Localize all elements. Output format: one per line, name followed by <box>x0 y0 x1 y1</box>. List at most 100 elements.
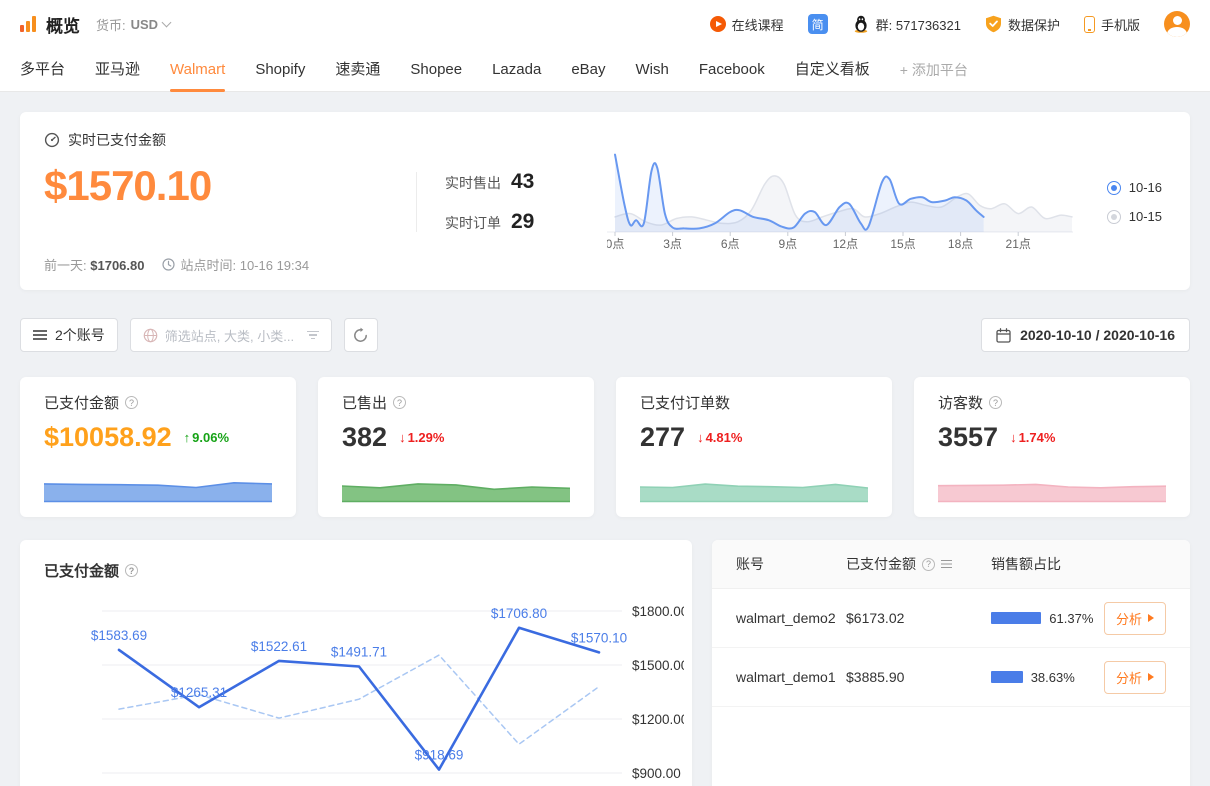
arrow-down-icon: ↓ <box>697 430 704 445</box>
currency-selector[interactable]: 货币: USD <box>96 15 170 34</box>
chevron-down-icon <box>162 18 172 28</box>
col-account: 账号 <box>736 554 846 574</box>
tab-ebay[interactable]: eBay <box>571 48 605 92</box>
refresh-icon <box>352 327 369 344</box>
list-icon <box>33 330 47 332</box>
share-bar <box>991 612 1041 624</box>
analyze-button[interactable]: 分析 <box>1104 602 1166 635</box>
phone-icon <box>1084 16 1095 33</box>
col-sales-share: 销售额占比 <box>991 554 1061 574</box>
paid-amount-trend-chart: $1800.00$1500.00$1200.00$900.00$1583.69$… <box>44 593 684 786</box>
svg-text:$1265.31: $1265.31 <box>171 685 227 700</box>
tab-facebook[interactable]: Facebook <box>699 48 765 92</box>
analyze-button[interactable]: 分析 <box>1104 661 1166 694</box>
legend-radio-yesterday[interactable]: 10-15 <box>1107 209 1162 224</box>
stat-title: 访客数 <box>938 392 983 413</box>
svg-text:$1500.00: $1500.00 <box>632 658 684 673</box>
calendar-icon <box>996 328 1011 343</box>
stat-card-paid-orders: 已支付订单数 277 ↓ 4.81% <box>616 377 892 517</box>
stat-change: ↓ 1.74% <box>1010 430 1055 445</box>
share-percent: 38.63% <box>1031 670 1075 685</box>
help-icon[interactable]: ? <box>125 564 138 577</box>
topbar: 概览 货币: USD 在线课程 简 群: 571736321 <box>0 0 1210 48</box>
share-bar <box>991 671 1023 683</box>
tab-multi-platform[interactable]: 多平台 <box>20 48 65 92</box>
svg-text:6点: 6点 <box>721 237 740 251</box>
help-icon[interactable]: ? <box>922 558 935 571</box>
table-header: 账号 已支付金额 ? 销售额占比 <box>712 540 1190 589</box>
sparkline-chart <box>938 470 1166 504</box>
stat-change: ↑ 9.06% <box>184 430 229 445</box>
svg-text:$1583.69: $1583.69 <box>91 628 147 643</box>
svg-text:3点: 3点 <box>663 237 682 251</box>
radio-selected-icon <box>1107 181 1121 195</box>
svg-text:0点: 0点 <box>607 237 624 251</box>
svg-text:$1800.00: $1800.00 <box>632 604 684 619</box>
realtime-orders: 实时订单 29 <box>445 210 583 234</box>
svg-text:$1522.61: $1522.61 <box>251 639 307 654</box>
svg-text:$1706.80: $1706.80 <box>491 606 547 621</box>
site-filter-select[interactable]: 筛选站点, 大类, 小类... <box>130 318 332 352</box>
accounts-filter-button[interactable]: 2个账号 <box>20 318 118 352</box>
tab-lazada[interactable]: Lazada <box>492 48 541 92</box>
tab-aliexpress[interactable]: 速卖通 <box>335 48 380 92</box>
sort-menu-icon[interactable] <box>941 560 952 562</box>
realtime-title: 实时已支付金额 <box>68 130 166 150</box>
tab-wish[interactable]: Wish <box>636 48 669 92</box>
tab-shopee[interactable]: Shopee <box>410 48 462 92</box>
tab-walmart[interactable]: Walmart <box>170 48 225 92</box>
table-row: walmart_demo1 $3885.90 38.63% 分析 <box>712 648 1190 707</box>
stat-value: 382 <box>342 422 387 453</box>
user-avatar[interactable] <box>1164 11 1190 37</box>
table-row: walmart_demo2 $6173.02 61.37% 分析 <box>712 589 1190 648</box>
tab-custom-dashboard[interactable]: 自定义看板 <box>795 48 870 92</box>
sparkline-chart <box>44 470 272 504</box>
site-time: 站点时间: 10-16 19:34 <box>162 255 309 274</box>
svg-text:$1570.10: $1570.10 <box>571 630 627 645</box>
stat-change: ↓ 1.29% <box>399 430 444 445</box>
refresh-button[interactable] <box>344 318 378 352</box>
platform-tabbar: 多平台 亚马逊 Walmart Shopify 速卖通 Shopee Lazad… <box>0 48 1210 92</box>
online-course-link[interactable]: 在线课程 <box>710 15 784 34</box>
clock-icon <box>162 258 175 271</box>
account-amount: $3885.90 <box>846 669 991 685</box>
filter-funnel-icon <box>307 331 319 340</box>
arrow-down-icon: ↓ <box>399 430 406 445</box>
site-filter-placeholder: 筛选站点, 大类, 小类... <box>165 326 294 345</box>
date-range-picker[interactable]: 2020-10-10 / 2020-10-16 <box>981 318 1190 352</box>
qq-group-link[interactable]: 群: 571736321 <box>852 15 961 34</box>
add-platform-button[interactable]: + 添加平台 <box>900 60 968 80</box>
vertical-divider <box>416 172 417 232</box>
radio-unselected-icon <box>1107 210 1121 224</box>
date-range-value: 2020-10-10 / 2020-10-16 <box>1020 327 1175 343</box>
arrow-down-icon: ↓ <box>1010 430 1017 445</box>
simplified-chinese-badge[interactable]: 简 <box>808 14 828 34</box>
svg-text:15点: 15点 <box>890 237 915 251</box>
account-name: walmart_demo1 <box>736 669 846 685</box>
account-amount: $6173.02 <box>846 610 991 626</box>
realtime-legend: 10-16 10-15 <box>1107 130 1166 274</box>
app-logo-icon <box>20 16 36 32</box>
svg-text:21点: 21点 <box>1006 237 1031 251</box>
stat-title: 已支付金额 <box>44 392 119 413</box>
currency-value: USD <box>131 17 158 32</box>
data-protection-link[interactable]: 数据保护 <box>985 15 1060 34</box>
stat-cards-row: 已支付金额 ? $10058.92 ↑ 9.06% 已售出 ? 382 <box>20 377 1190 517</box>
shield-check-icon <box>985 15 1002 33</box>
help-icon[interactable]: ? <box>393 396 406 409</box>
paid-amount-trend-card: 已支付金额 ? $1800.00$1500.00$1200.00$900.00$… <box>20 540 692 786</box>
currency-label: 货币: <box>96 15 126 34</box>
trend-card-title: 已支付金额 <box>44 560 119 581</box>
realtime-gauge-icon <box>44 132 60 148</box>
share-percent: 61.37% <box>1049 611 1093 626</box>
stat-card-visitors: 访客数 ? 3557 ↓ 1.74% <box>914 377 1190 517</box>
help-icon[interactable]: ? <box>989 396 1002 409</box>
sparkline-chart <box>342 470 570 504</box>
stat-title: 已售出 <box>342 392 387 413</box>
tab-shopify[interactable]: Shopify <box>255 48 305 92</box>
help-icon[interactable]: ? <box>125 396 138 409</box>
tab-amazon[interactable]: 亚马逊 <box>95 48 140 92</box>
stat-card-paid-amount: 已支付金额 ? $10058.92 ↑ 9.06% <box>20 377 296 517</box>
mobile-version-link[interactable]: 手机版 <box>1084 15 1140 34</box>
legend-radio-today[interactable]: 10-16 <box>1107 180 1162 195</box>
